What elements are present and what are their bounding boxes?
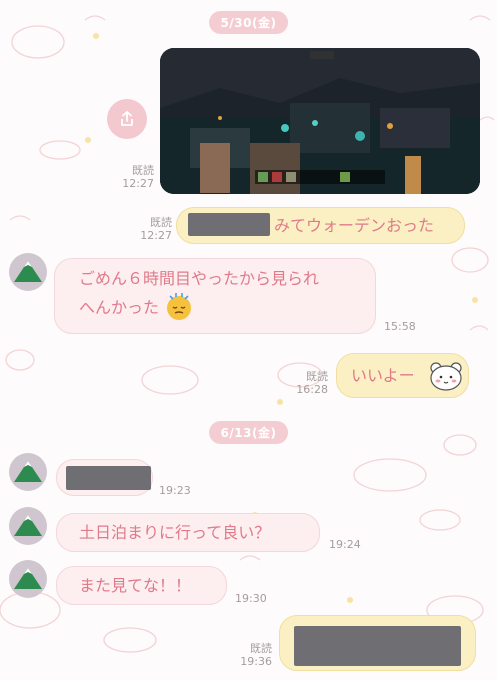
message-meta: 既読 16:28 (286, 370, 328, 396)
timestamp: 12:27 (122, 177, 154, 190)
avatar[interactable] (9, 507, 47, 545)
message-text: また見てな！！ (79, 576, 192, 595)
redacted-content (188, 213, 270, 236)
read-receipt: 既読 (150, 216, 172, 229)
read-receipt: 既読 (132, 164, 154, 177)
timestamp: 16:28 (296, 383, 328, 396)
message-text: 土日泊まりに行って良い？ (79, 523, 271, 542)
mountain-avatar-icon (14, 568, 42, 589)
message-meta: 既読 12:27 (130, 216, 172, 242)
message-text: みてウォーデンおった (274, 216, 435, 235)
video-thumbnail[interactable] (160, 48, 480, 194)
message-text: へんかった (79, 298, 160, 317)
avatar[interactable] (9, 560, 47, 598)
message-text: いいよー (351, 366, 415, 385)
share-button[interactable] (107, 99, 147, 139)
date-separator: 5/30(金) (208, 11, 289, 34)
share-icon (121, 110, 133, 126)
avatar[interactable] (9, 453, 47, 491)
mountain-avatar-icon (14, 261, 42, 282)
message-meta: 既読 12:27 (112, 164, 154, 190)
sleepy-face-emoji (167, 293, 192, 320)
read-receipt: 既読 (306, 370, 328, 383)
message-meta: 既読 19:36 (230, 642, 272, 668)
redacted-content (294, 626, 461, 666)
timestamp: 19:30 (235, 592, 267, 605)
message-bubble-incoming[interactable]: また見てな！！ (56, 566, 227, 605)
avatar[interactable] (9, 253, 47, 291)
read-receipt: 既読 (250, 642, 272, 655)
timestamp: 19:24 (329, 538, 361, 551)
timestamp: 19:36 (240, 655, 272, 668)
mountain-avatar-icon (14, 461, 42, 482)
timestamp: 19:23 (159, 484, 191, 497)
timestamp: 15:58 (384, 320, 416, 333)
bear-face-sticker (430, 362, 462, 391)
date-separator: 6/13(金) (208, 421, 289, 444)
game-screenshot (160, 48, 480, 194)
message-bubble-incoming[interactable]: ごめん６時間目やったから見られ へんかった (54, 258, 376, 334)
mountain-avatar-icon (14, 515, 42, 536)
message-text: ごめん６時間目やったから見られ (79, 269, 320, 288)
timestamp: 12:27 (140, 229, 172, 242)
redacted-content (66, 466, 151, 490)
message-bubble-incoming[interactable]: 土日泊まりに行って良い？ (56, 513, 320, 552)
